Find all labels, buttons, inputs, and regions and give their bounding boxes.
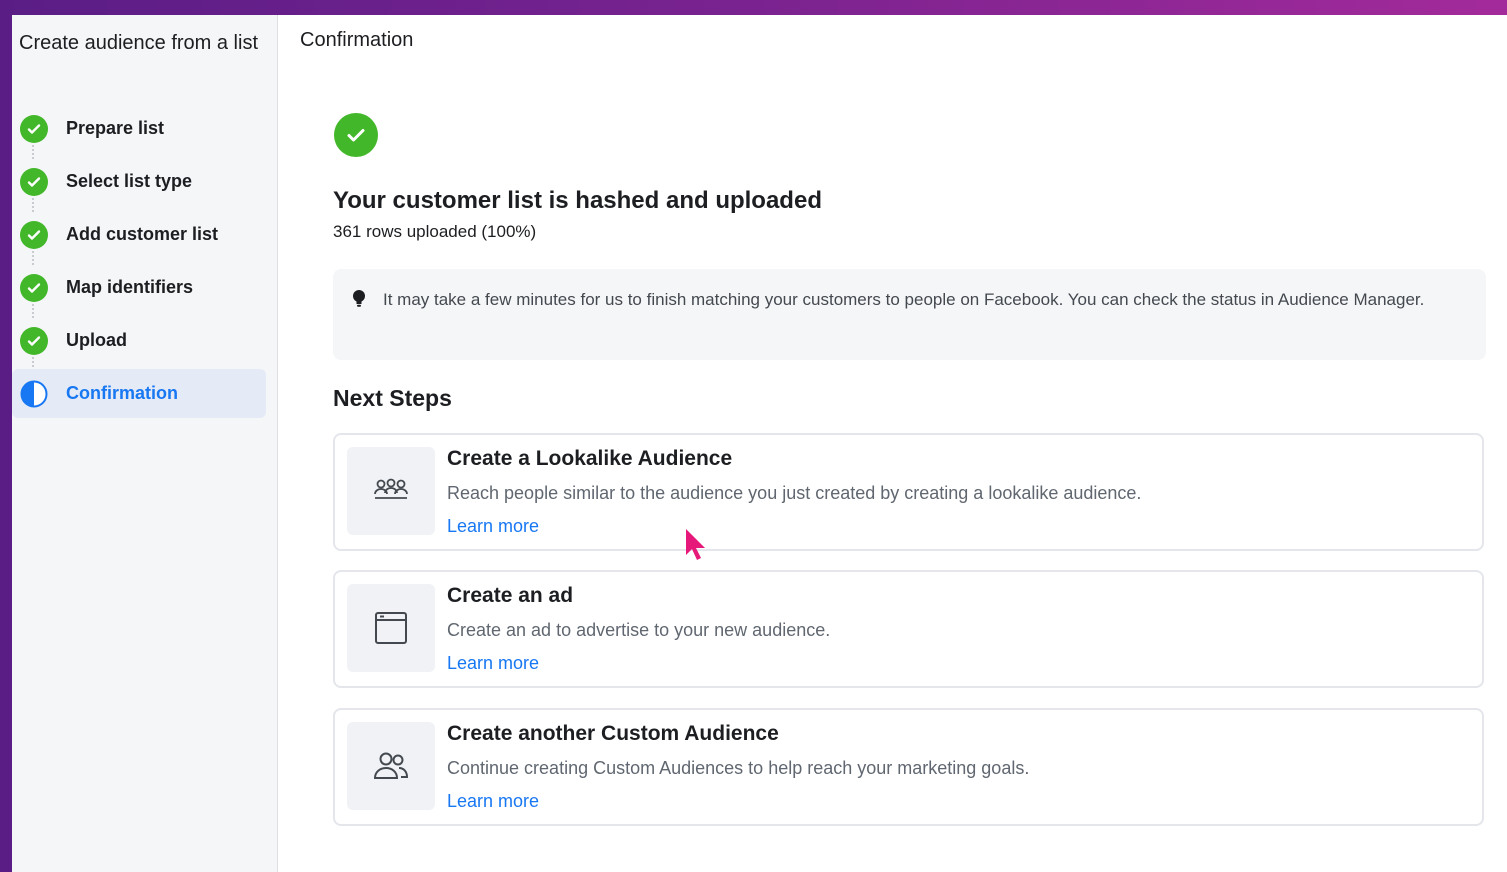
upload-headline: Your customer list is hashed and uploade… [333,187,822,214]
step-list: Prepare list Select list type Add custom… [12,104,277,422]
card-title: Create an ad [447,584,574,607]
card-create-ad[interactable]: Create an ad Create an ad to advertise t… [333,570,1484,688]
check-circle-icon [20,220,48,249]
main-content: Confirmation Your customer list is hashe… [278,15,1507,872]
ad-icon [347,584,435,672]
next-steps-heading: Next Steps [333,385,452,411]
step-label: Map identifiers [66,277,194,297]
success-check-icon [334,113,378,157]
learn-more-link[interactable]: Learn more [447,516,539,537]
step-label: Select list type [66,171,193,191]
check-circle-icon [20,273,48,302]
check-circle-icon [20,326,48,355]
step-map-identifiers[interactable]: Map identifiers [12,263,266,318]
card-description: Reach people similar to the audience you… [447,483,1142,503]
notice-text: It may take a few minutes for us to fini… [383,290,1425,309]
app-window: Create audience from a list Prepare list… [12,15,1507,872]
page-title: Confirmation [300,29,414,51]
learn-more-link[interactable]: Learn more [447,791,539,812]
card-title: Create another Custom Audience [447,722,779,745]
card-description: Create an ad to advertise to your new au… [447,620,831,640]
step-label: Add customer list [66,224,219,244]
card-title: Create a Lookalike Audience [447,447,733,470]
card-custom-audience[interactable]: Create another Custom Audience Continue … [333,708,1484,826]
step-label: Upload [66,330,127,350]
group-icon [347,447,435,535]
step-select-list-type[interactable]: Select list type [12,157,266,212]
info-notice: It may take a few minutes for us to fini… [333,269,1486,360]
people-icon [347,722,435,810]
check-circle-icon [20,114,48,143]
step-label: Prepare list [66,118,165,138]
half-circle-progress-icon [20,380,48,408]
step-prepare-list[interactable]: Prepare list [12,104,266,159]
step-upload[interactable]: Upload [12,316,266,371]
check-circle-icon [20,167,48,196]
card-description: Continue creating Custom Audiences to he… [447,758,1030,778]
learn-more-link[interactable]: Learn more [447,653,539,674]
mouse-cursor-icon [684,527,708,568]
lightbulb-icon [352,289,366,314]
step-confirmation[interactable]: Confirmation [12,369,266,418]
sidebar: Create audience from a list Prepare list… [12,15,278,872]
sidebar-title: Create audience from a list [19,32,259,54]
step-add-customer-list[interactable]: Add customer list [12,210,266,265]
rows-uploaded-text: 361 rows uploaded (100%) [333,222,537,241]
step-label: Confirmation [66,383,178,403]
card-lookalike-audience[interactable]: Create a Lookalike Audience Reach people… [333,433,1484,551]
